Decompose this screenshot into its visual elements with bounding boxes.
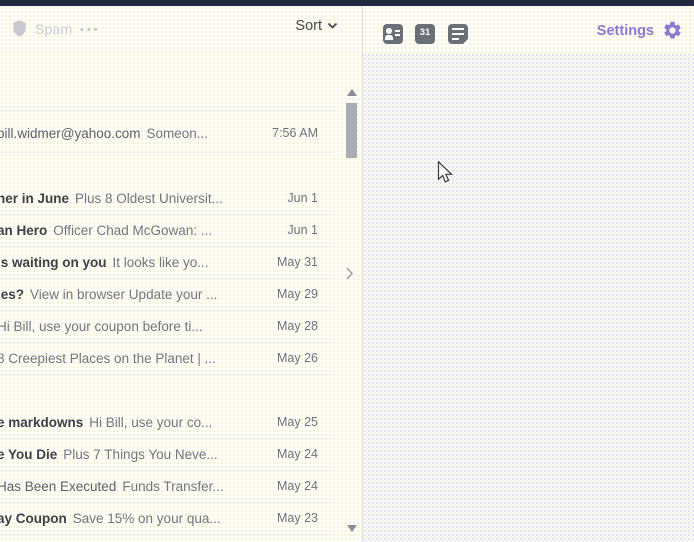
calendar-button[interactable]: 31 <box>415 24 436 45</box>
email-subject: e markdowns <box>0 414 84 430</box>
email-snippet: Hi Bill, use your coupon before ti... <box>0 318 203 334</box>
spam-button[interactable]: Spam <box>10 19 72 38</box>
notepad-icon <box>448 24 469 45</box>
chevron-down-icon <box>327 22 338 30</box>
reading-pane <box>363 53 694 542</box>
email-date: May 31 <box>277 255 318 269</box>
calendar-icon: 31 <box>415 24 435 44</box>
email-subject: e You Die <box>0 446 58 462</box>
email-snippet: Officer Chad McGowan: ... <box>53 222 213 238</box>
email-snippet: Save 15% on your qua... <box>72 510 221 526</box>
gear-icon <box>662 20 683 41</box>
email-snippet: Hi Bill, use your co... <box>89 414 213 430</box>
email-date: 7:56 AM <box>272 126 318 140</box>
email-list-item[interactable]: ies? View in browser Update your ... May 2… <box>0 278 334 311</box>
email-subject: Has Been Executed <box>0 478 117 494</box>
email-snippet: View in browser Update your ... <box>30 286 218 302</box>
email-date: May 29 <box>277 287 318 301</box>
sort-button-label: Sort <box>295 18 322 34</box>
email-subject: her in June <box>0 190 70 206</box>
email-date: May 23 <box>277 511 318 525</box>
email-date: May 24 <box>277 479 318 493</box>
app-header: Spam ••• Sort 31 Settings <box>0 6 694 54</box>
email-date: May 28 <box>277 319 318 333</box>
email-date: Jun 1 <box>287 191 318 205</box>
settings-button-label: Settings <box>596 22 654 39</box>
email-list: bill.widmer@yahoo.com Someon... 7:56 AM her… <box>0 53 362 542</box>
email-snippet: Someon... <box>146 125 209 141</box>
email-list-item[interactable]: is waiting on you It looks like yo... May … <box>0 246 334 279</box>
contacts-icon <box>383 24 403 44</box>
email-list-item[interactable]: her in June Plus 8 Oldest Universit... Jun… <box>0 182 334 215</box>
contacts-button[interactable] <box>383 24 404 45</box>
email-snippet: Plus 7 Things You Neve... <box>63 446 218 462</box>
chevron-right-icon <box>345 266 354 281</box>
email-list-item[interactable]: e You Die Plus 7 Things You Neve... May 24 <box>0 438 334 471</box>
sort-button[interactable]: Sort <box>295 18 338 34</box>
email-subject: an Hero <box>0 222 48 238</box>
spam-button-label: Spam <box>35 20 73 37</box>
scrollbar-down-icon[interactable] <box>347 525 357 532</box>
email-list-item[interactable]: ay Coupon Save 15% on your qua... May 23 <box>0 502 334 535</box>
scrollbar-thumb[interactable] <box>346 103 357 158</box>
email-list-item[interactable]: bill.widmer@yahoo.com Someon... 7:56 AM <box>0 114 334 153</box>
email-list-item[interactable]: 8 Creepiest Places on the Planet | ... Ma… <box>0 342 334 375</box>
settings-button[interactable]: Settings <box>597 20 683 41</box>
email-date: May 24 <box>277 447 318 461</box>
email-list-item[interactable]: an Hero Officer Chad McGowan: ... Jun 1 <box>0 214 334 247</box>
email-subject: bill.widmer@yahoo.com <box>0 125 141 141</box>
email-subject: is waiting on you <box>0 254 107 270</box>
email-snippet: It looks like yo... <box>112 254 209 270</box>
email-snippet: Plus 8 Oldest Universit... <box>75 190 223 206</box>
more-options-button[interactable]: ••• <box>80 19 101 41</box>
list-separator <box>0 110 336 111</box>
email-subject: ies? <box>0 286 25 302</box>
calendar-day-label: 31 <box>419 27 431 38</box>
email-date: Jun 1 <box>287 223 318 237</box>
email-subject: ay Coupon <box>0 510 67 526</box>
notepad-button[interactable] <box>448 24 469 45</box>
spam-shield-icon <box>10 19 29 38</box>
email-date: May 26 <box>277 351 318 365</box>
email-date: May 25 <box>277 415 318 429</box>
email-list-item[interactable]: Has Been Executed Funds Transfer... May 24 <box>0 470 334 503</box>
scrollbar-up-icon[interactable] <box>347 89 357 96</box>
email-snippet: 8 Creepiest Places on the Planet | ... <box>0 350 216 366</box>
email-snippet: Funds Transfer... <box>122 478 224 494</box>
collapse-pane-handle[interactable] <box>341 261 357 285</box>
email-list-item[interactable]: e markdowns Hi Bill, use your co... May 25 <box>0 406 334 439</box>
email-list-item[interactable]: Hi Bill, use your coupon before ti... May… <box>0 310 334 343</box>
folder-toolbar: Spam ••• Sort <box>0 6 362 53</box>
